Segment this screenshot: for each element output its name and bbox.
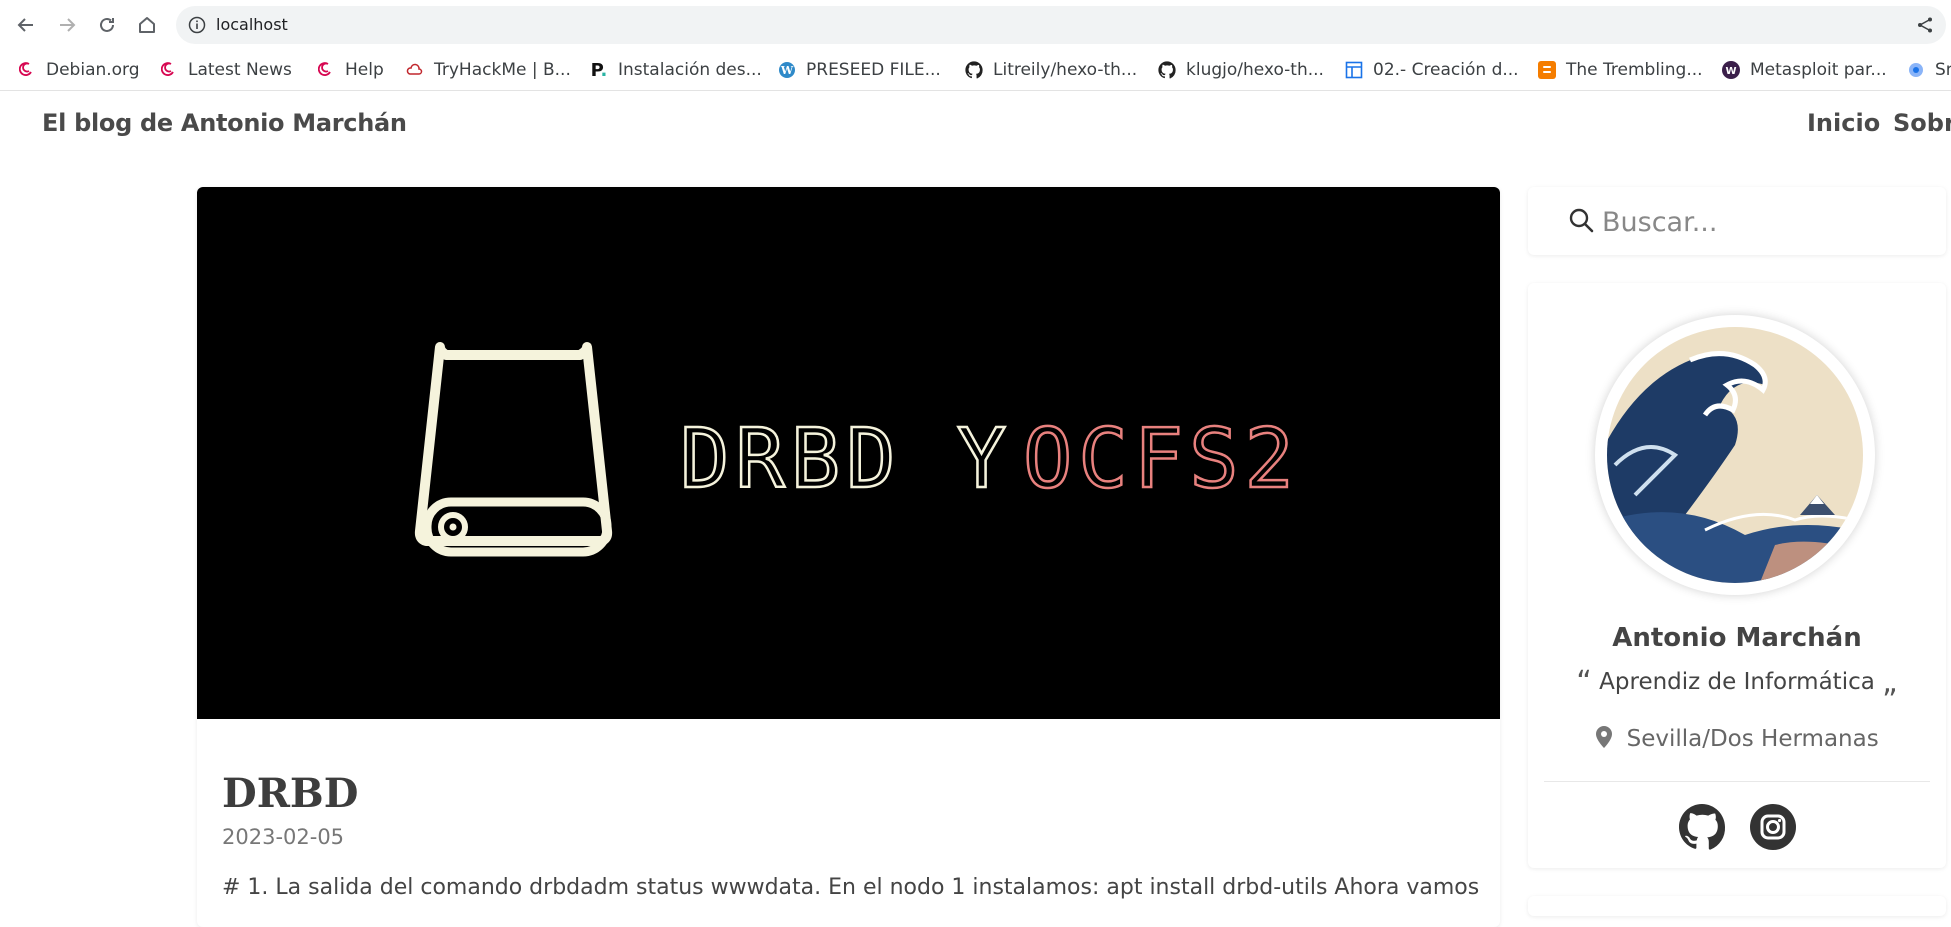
bookmark-label: Instalación des... — [618, 60, 762, 80]
github-icon — [965, 61, 983, 79]
info-icon[interactable] — [188, 16, 206, 38]
profile-tagline-text: Aprendiz de Informática — [1599, 669, 1875, 695]
bookmark-label: 02.- Creación d... — [1373, 60, 1519, 80]
profile-location: Sevilla/Dos Hermanas — [1528, 725, 1946, 755]
bookmark-debian-org[interactable]: Debian.org — [18, 57, 140, 83]
svg-text:W: W — [780, 64, 794, 77]
bookmark-label: klugjo/hexo-th... — [1186, 60, 1324, 80]
tryhackme-icon — [406, 61, 424, 79]
bookmark-label: The Trembling... — [1566, 60, 1703, 80]
forward-button[interactable] — [51, 9, 83, 41]
quote-close-icon: „ — [1882, 665, 1898, 700]
address-bar[interactable]: localhost — [176, 6, 1946, 44]
nav-inicio[interactable]: Inicio — [1807, 109, 1880, 137]
profile-tagline: “ Aprendiz de Informática „ — [1528, 665, 1946, 700]
bookmark-label: TryHackMe | B... — [434, 60, 571, 80]
bookmark-label: Help — [345, 60, 384, 80]
p-logo-icon: P. — [590, 59, 608, 81]
map-pin-icon — [1595, 725, 1613, 755]
profile-card: Antonio Marchán “ Aprendiz de Informátic… — [1528, 283, 1946, 868]
bookmarks-bar: Debian.org Latest News Help TryHackMe | … — [0, 50, 1951, 91]
profile-divider — [1544, 781, 1930, 782]
url-text[interactable]: localhost — [216, 15, 288, 34]
debian-swirl-icon — [160, 61, 178, 79]
hard-drive-icon — [414, 342, 613, 557]
search-icon — [1568, 207, 1594, 237]
hero-banner: DRBD Y OCFS2 — [414, 342, 1300, 557]
blogger-icon — [1538, 61, 1556, 79]
bookmark-help[interactable]: Help — [317, 57, 384, 83]
bookmark-tryhackme[interactable]: TryHackMe | B... — [406, 57, 571, 83]
w-circle-icon: W — [1722, 61, 1740, 79]
bookmark-latest-news[interactable]: Latest News — [160, 57, 292, 83]
bookmark-instalacion[interactable]: P. Instalación des... — [590, 57, 762, 83]
bookmark-label: Latest News — [188, 60, 292, 80]
avatar[interactable] — [1595, 315, 1875, 595]
instagram-icon[interactable] — [1749, 803, 1797, 851]
reload-icon — [100, 17, 114, 32]
hero-title-part-b: OCFS2 — [1023, 412, 1300, 507]
home-icon — [139, 17, 155, 33]
browser-toolbar: localhost — [0, 0, 1951, 50]
nav-sobre[interactable]: Sobre — [1893, 109, 1951, 137]
back-button[interactable] — [10, 9, 42, 41]
debian-swirl-icon — [18, 61, 36, 79]
post-title[interactable]: DRBD — [222, 770, 358, 817]
post-card[interactable]: DRBD Y OCFS2 DRBD 2023-02-05 # 1. La sal… — [197, 187, 1500, 927]
arrow-left-icon — [17, 18, 33, 32]
search-widget — [1528, 187, 1946, 255]
share-icon[interactable] — [1916, 16, 1934, 38]
post-hero-image[interactable]: DRBD Y OCFS2 — [197, 187, 1500, 719]
bookmark-metasploit[interactable]: W Metasploit par... — [1722, 57, 1887, 83]
post-date: 2023-02-05 — [222, 825, 345, 849]
arrow-right-icon — [60, 18, 76, 32]
site-brand-link[interactable]: El blog de Antonio Marchán — [42, 109, 407, 137]
reload-button[interactable] — [91, 9, 123, 41]
great-wave-image — [1596, 316, 1874, 594]
search-input[interactable] — [1600, 201, 1924, 243]
bookmark-label: Debian.org — [46, 60, 140, 80]
wordpress-icon: W — [778, 61, 796, 79]
bookmark-label: Litreily/hexo-th... — [993, 60, 1138, 80]
layout-icon — [1345, 61, 1363, 79]
bookmark-label: Metasploit par... — [1750, 60, 1887, 80]
hero-title-part-a: DRBD Y — [680, 412, 1012, 507]
sidebar-next-card — [1528, 896, 1946, 916]
svg-text:W: W — [1725, 66, 1736, 77]
bookmark-klugjo[interactable]: klugjo/hexo-th... — [1158, 57, 1324, 83]
quote-open-icon: “ — [1576, 665, 1592, 700]
site-header: El blog de Antonio Marchán Inicio Sobre — [0, 91, 1951, 156]
bookmark-creacion[interactable]: 02.- Creación d... — [1345, 57, 1519, 83]
github-icon[interactable] — [1678, 803, 1726, 851]
github-icon — [1158, 61, 1176, 79]
bookmark-sn[interactable]: Sn — [1907, 57, 1951, 83]
bookmark-label: PRESEED FILE... — [806, 60, 941, 80]
bookmark-litreily[interactable]: Litreily/hexo-th... — [965, 57, 1137, 83]
post-excerpt: # 1. La salida del comando drbdadm statu… — [222, 875, 1480, 900]
bookmark-label: Sn — [1935, 60, 1951, 80]
home-button[interactable] — [131, 9, 163, 41]
profile-name: Antonio Marchán — [1612, 623, 1862, 653]
profile-location-text: Sevilla/Dos Hermanas — [1626, 726, 1879, 752]
bookmark-trembling[interactable]: The Trembling... — [1538, 57, 1703, 83]
debian-swirl-icon — [317, 61, 335, 79]
blue-circle-icon — [1907, 61, 1925, 79]
bookmark-preseed[interactable]: W PRESEED FILE... — [778, 57, 941, 83]
